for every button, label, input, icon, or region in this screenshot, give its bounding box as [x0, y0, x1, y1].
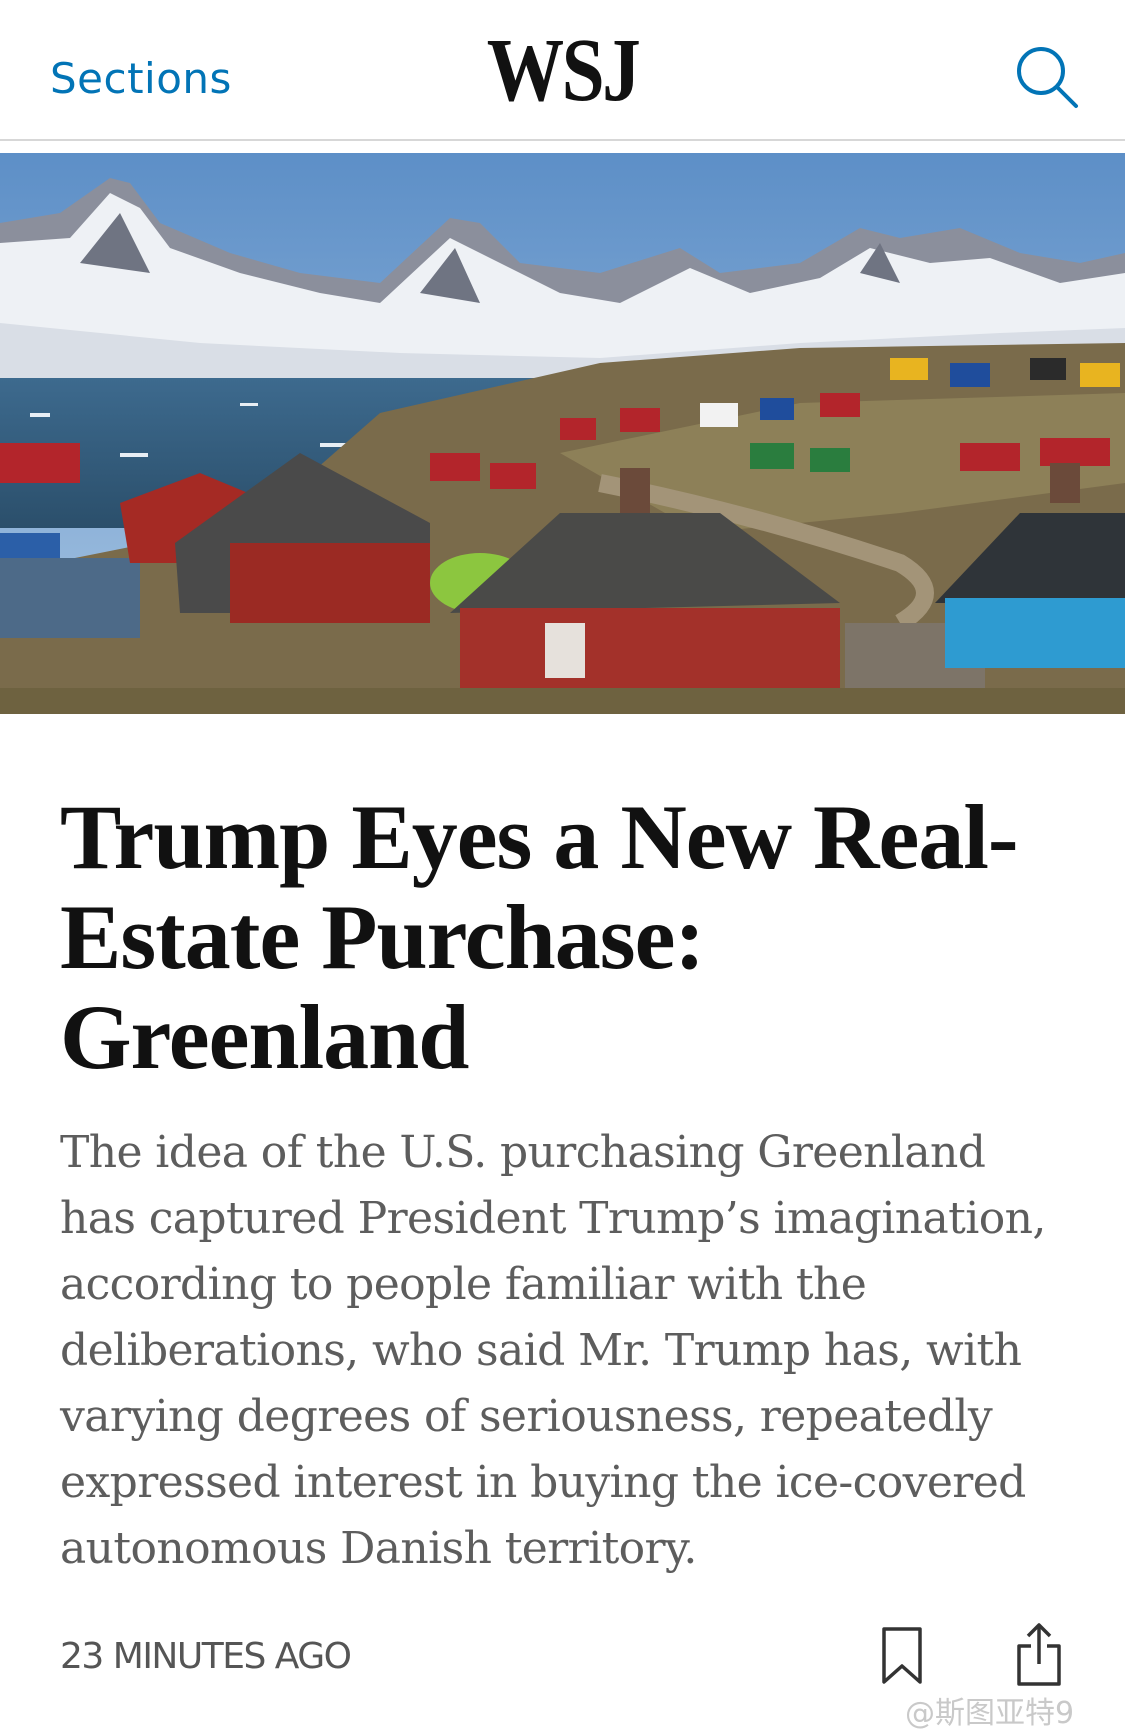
- watermark: @斯图亚特9: [905, 1696, 1075, 1731]
- article-timestamp: 23 MINUTES AGO: [60, 1636, 352, 1677]
- bookmark-button[interactable]: [880, 1626, 924, 1686]
- search-button[interactable]: [1012, 42, 1082, 112]
- share-button[interactable]: [1015, 1622, 1063, 1688]
- article-summary: The idea of the U.S. purchasing Greenlan…: [60, 1127, 1046, 1574]
- wsj-logo[interactable]: WSJ: [79, 26, 1047, 116]
- bookmark-icon: [882, 1627, 922, 1684]
- share-icon: [1017, 1623, 1061, 1686]
- hero-image[interactable]: [0, 153, 1125, 714]
- search-icon: [1017, 47, 1078, 108]
- article-headline[interactable]: Trump Eyes a New Real-Estate Purchase: G…: [60, 787, 1070, 1087]
- top-bar: Sections WSJ: [0, 0, 1125, 141]
